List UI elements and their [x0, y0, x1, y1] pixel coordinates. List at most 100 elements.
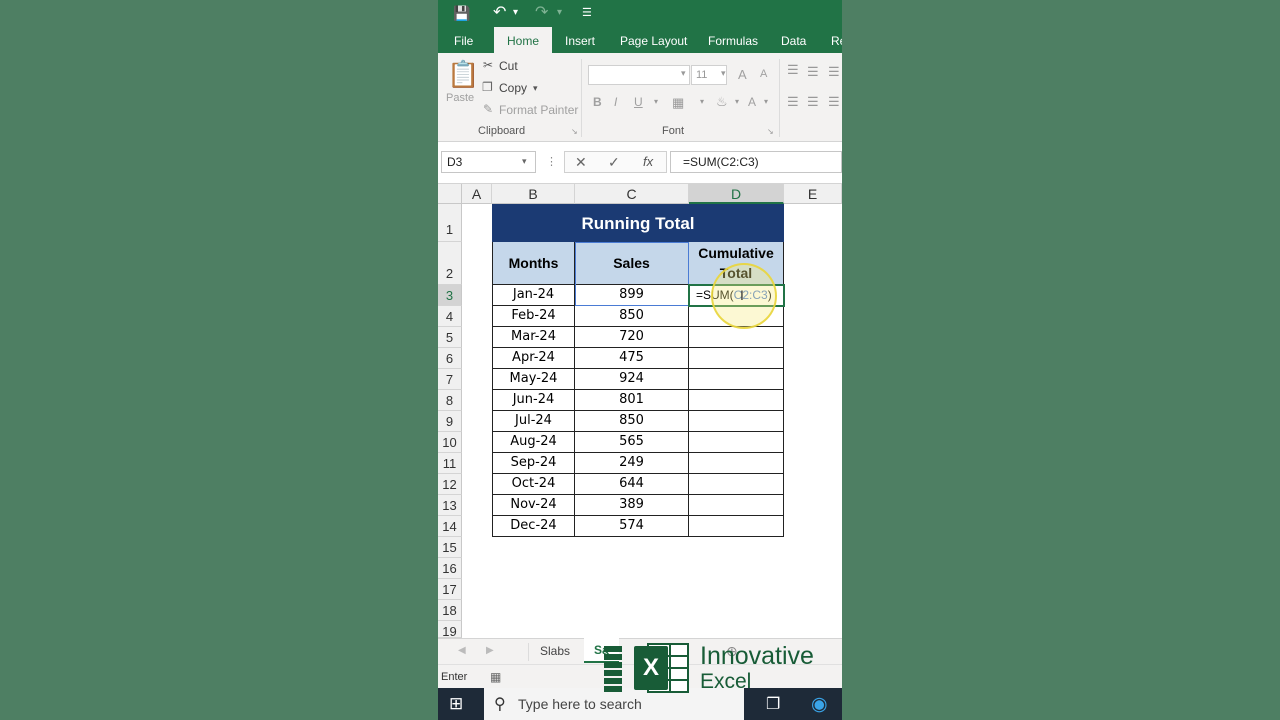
cumulative-cell[interactable] [689, 327, 784, 348]
bold-button[interactable]: B [593, 95, 602, 109]
month-cell[interactable]: Jul-24 [492, 411, 575, 432]
italic-button[interactable]: I [614, 95, 617, 109]
format-painter-icon[interactable]: ✎ [483, 102, 493, 116]
decrease-font-button[interactable]: A [760, 68, 767, 80]
month-cell[interactable]: Jan-24 [492, 285, 575, 306]
column-header-a[interactable]: A [462, 184, 492, 204]
tab-page-layout[interactable]: Page Layout [620, 27, 687, 53]
cumulative-cell[interactable] [689, 495, 784, 516]
row-header[interactable]: 10 [438, 432, 462, 453]
row-header[interactable]: 15 [438, 537, 462, 558]
month-cell[interactable]: Jun-24 [492, 390, 575, 411]
borders-icon[interactable]: ▦ [672, 95, 684, 111]
row-header[interactable]: 9 [438, 411, 462, 432]
sales-cell[interactable]: 899 [575, 285, 689, 306]
header-cell-sales[interactable]: Sales [575, 242, 689, 285]
redo-icon[interactable]: ↷ [535, 4, 548, 22]
borders-dropdown-icon[interactable]: ▾ [700, 97, 704, 106]
month-cell[interactable]: Sep-24 [492, 453, 575, 474]
copy-button[interactable]: Copy [499, 81, 527, 95]
align-right-icon[interactable]: ☰ [828, 94, 840, 110]
cumulative-cell[interactable] [689, 390, 784, 411]
column-header-b[interactable]: B [492, 184, 575, 204]
row-header[interactable]: 19 [438, 621, 462, 639]
clipboard-launcher-icon[interactable]: ↘ [571, 127, 578, 136]
fill-color-dropdown-icon[interactable]: ▾ [735, 97, 739, 106]
sales-cell[interactable]: 565 [575, 432, 689, 453]
tab-insert[interactable]: Insert [565, 27, 595, 53]
redo-dropdown-icon[interactable]: ▾ [557, 4, 562, 22]
fill-color-icon[interactable]: ♨ [716, 94, 728, 110]
font-name-box[interactable] [588, 65, 690, 85]
header-cell-months[interactable]: Months [492, 242, 575, 285]
cumulative-cell[interactable] [689, 411, 784, 432]
copy-dropdown-icon[interactable]: ▾ [533, 83, 538, 94]
cancel-entry-icon[interactable]: ✕ [575, 154, 587, 171]
sales-cell[interactable]: 850 [575, 306, 689, 327]
sales-cell[interactable]: 801 [575, 390, 689, 411]
copy-icon[interactable]: ❐ [482, 80, 493, 94]
customize-quick-access-icon[interactable]: ☰ [582, 4, 592, 22]
underline-dropdown-icon[interactable]: ▾ [654, 97, 658, 106]
row-header[interactable]: 5 [438, 327, 462, 348]
save-icon[interactable]: 💾 [453, 4, 470, 22]
row-header[interactable]: 12 [438, 474, 462, 495]
confirm-entry-icon[interactable]: ✓ [608, 154, 620, 171]
sales-cell[interactable]: 644 [575, 474, 689, 495]
month-cell[interactable]: Oct-24 [492, 474, 575, 495]
sheet-tab-slabs[interactable]: Slabs [540, 639, 570, 664]
increase-font-button[interactable]: A [738, 67, 747, 82]
align-middle-icon[interactable]: ☰ [807, 64, 819, 80]
font-color-dropdown-icon[interactable]: ▾ [764, 97, 768, 106]
row-header[interactable]: 14 [438, 516, 462, 537]
select-all-corner[interactable] [438, 184, 462, 204]
cumulative-cell[interactable] [689, 432, 784, 453]
month-cell[interactable]: Aug-24 [492, 432, 575, 453]
macro-record-icon[interactable]: ▦ [490, 665, 501, 689]
format-painter-button[interactable]: Format Painter [499, 103, 578, 117]
windows-start-icon[interactable]: ⊞ [449, 694, 463, 714]
scroll-left-icon[interactable]: ◀ [458, 645, 466, 656]
font-size-dropdown-icon[interactable]: ▾ [721, 68, 726, 79]
cumulative-cell[interactable] [689, 369, 784, 390]
tab-data[interactable]: Data [781, 27, 806, 53]
row-header[interactable]: 3 [438, 285, 462, 306]
row-header[interactable]: 11 [438, 453, 462, 474]
underline-button[interactable]: U [634, 95, 643, 109]
tab-file[interactable]: File [454, 27, 473, 53]
cut-icon[interactable]: ✂ [483, 58, 493, 72]
align-bottom-icon[interactable]: ☰ [828, 64, 840, 80]
row-header[interactable]: 13 [438, 495, 462, 516]
undo-dropdown-icon[interactable]: ▾ [513, 4, 518, 22]
sales-cell[interactable]: 389 [575, 495, 689, 516]
row-header[interactable]: 4 [438, 306, 462, 327]
sales-cell[interactable]: 574 [575, 516, 689, 537]
undo-icon[interactable]: ↶ [493, 4, 506, 22]
tab-home[interactable]: Home [494, 27, 553, 53]
edge-browser-icon[interactable]: ◉ [811, 693, 828, 716]
task-view-icon[interactable]: ❐ [766, 694, 780, 714]
column-header-c[interactable]: C [575, 184, 689, 204]
row-header[interactable]: 6 [438, 348, 462, 369]
cumulative-cell[interactable] [689, 348, 784, 369]
month-cell[interactable]: May-24 [492, 369, 575, 390]
scroll-right-icon[interactable]: ▶ [486, 645, 494, 656]
align-center-icon[interactable]: ☰ [807, 94, 819, 110]
name-box-dropdown-icon[interactable]: ▾ [522, 156, 527, 167]
month-cell[interactable]: Mar-24 [492, 327, 575, 348]
month-cell[interactable]: Nov-24 [492, 495, 575, 516]
insert-function-button[interactable]: fx [643, 154, 653, 169]
sales-cell[interactable]: 924 [575, 369, 689, 390]
sales-cell[interactable]: 475 [575, 348, 689, 369]
column-header-d[interactable]: D [689, 184, 784, 204]
cumulative-cell[interactable] [689, 516, 784, 537]
month-cell[interactable]: Feb-24 [492, 306, 575, 327]
sales-cell[interactable]: 850 [575, 411, 689, 432]
paste-icon[interactable]: 📋 [447, 59, 479, 90]
row-header[interactable]: 7 [438, 369, 462, 390]
formula-input[interactable]: =SUM(C2:C3) [670, 151, 842, 173]
month-cell[interactable]: Dec-24 [492, 516, 575, 537]
row-header[interactable]: 8 [438, 390, 462, 411]
table-title-cell[interactable]: Running Total [492, 204, 784, 242]
font-name-dropdown-icon[interactable]: ▾ [681, 68, 686, 79]
